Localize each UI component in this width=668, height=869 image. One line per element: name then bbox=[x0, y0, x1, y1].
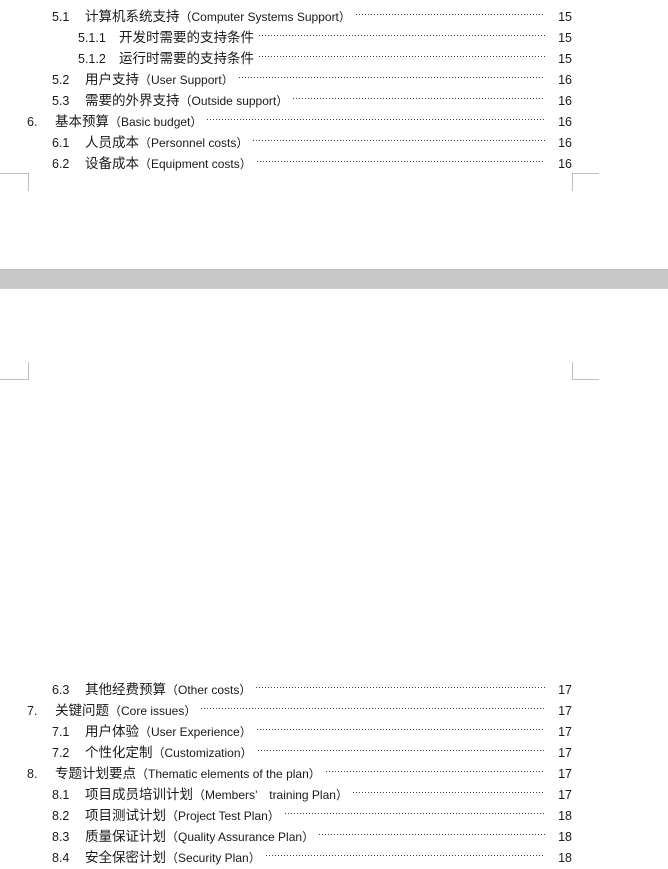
toc-entry-number: 5.1.2 bbox=[78, 52, 106, 66]
toc-entry-title-cn: 设备成本 bbox=[85, 156, 139, 171]
toc-entry-page-number: 15 bbox=[558, 31, 572, 45]
toc-entry-page-number: 18 bbox=[558, 830, 572, 844]
toc-entry-title-en: （Security Plan） bbox=[166, 851, 261, 865]
toc-entry-number: 8. bbox=[27, 767, 38, 781]
toc-entry-title: 运行时需要的支持条件 bbox=[112, 48, 254, 70]
toc-entry-page-number: 17 bbox=[558, 725, 572, 739]
toc-entry-title: 专题计划要点（Thematic elements of the plan） bbox=[48, 763, 321, 785]
toc-entry-number: 6. bbox=[27, 115, 38, 129]
toc-entry-title-cn: 用户支持 bbox=[85, 72, 139, 87]
toc-dot-leader bbox=[238, 63, 545, 84]
toc-entry-title-cn: 运行时需要的支持条件 bbox=[119, 51, 254, 66]
toc-entry-title: 开发时需要的支持条件 bbox=[112, 27, 254, 49]
toc-entry-title-cn: 计算机系统支持 bbox=[85, 9, 180, 24]
toc-entry-title: 安全保密计划（Security Plan） bbox=[78, 847, 261, 869]
toc-entry-title-en: （User Support） bbox=[139, 73, 234, 87]
toc-entry-title: 用户体验（User Experience） bbox=[78, 721, 252, 743]
toc-entry-page-number: 16 bbox=[558, 136, 572, 150]
toc-entry-title-en: （Customization） bbox=[152, 746, 253, 760]
toc-entry-title: 设备成本（Equipment costs） bbox=[78, 153, 252, 175]
toc-entry-title-cn: 安全保密计划 bbox=[85, 850, 166, 865]
toc-entry-page-number: 16 bbox=[558, 157, 572, 171]
toc-dot-leader bbox=[319, 820, 545, 841]
toc-dot-leader bbox=[201, 694, 545, 715]
page-gap-separator bbox=[0, 269, 668, 289]
toc-entry-title-cn: 开发时需要的支持条件 bbox=[119, 30, 254, 45]
toc-entry-title: 项目测试计划（Project Test Plan） bbox=[78, 805, 280, 827]
toc-entry-page-number: 16 bbox=[558, 73, 572, 87]
toc-entry-number: 7.2 bbox=[52, 746, 70, 760]
toc-list-lower: 6.3 其他经费预算（Other costs） 17 7. 关键问题（Core issu… bbox=[0, 673, 668, 865]
toc-entry-title-cn: 关键问题 bbox=[55, 703, 109, 718]
toc-entry-number: 7.1 bbox=[52, 725, 70, 739]
toc-entry-page-number: 16 bbox=[558, 115, 572, 129]
toc-entry-title-cn: 基本预算 bbox=[55, 114, 109, 129]
toc-entry-title-en: （Equipment costs） bbox=[139, 157, 252, 171]
toc-entry-page-number: 18 bbox=[558, 851, 572, 865]
toc-entry-title: 基本预算（Basic budget） bbox=[48, 111, 202, 133]
toc-entry-number: 6.2 bbox=[52, 157, 70, 171]
toc-entry-number: 5.1 bbox=[52, 10, 70, 24]
toc-entry-title: 个性化定制（Customization） bbox=[78, 742, 253, 764]
toc-dot-leader bbox=[284, 799, 545, 820]
toc-dot-leader bbox=[259, 42, 545, 63]
toc-entry-title-cn: 人员成本 bbox=[85, 135, 139, 150]
toc-entry-title-en: （Personnel costs） bbox=[139, 136, 249, 150]
toc-entry-number: 8.2 bbox=[52, 809, 70, 823]
toc-entry-number: 6.1 bbox=[52, 136, 70, 150]
toc-entry-page-number: 17 bbox=[558, 788, 572, 802]
toc-entry-number: 8.1 bbox=[52, 788, 70, 802]
toc-entry-page-number: 15 bbox=[558, 10, 572, 24]
toc-dot-leader bbox=[259, 21, 545, 42]
toc-entry-title-cn: 用户体验 bbox=[85, 724, 139, 739]
toc-entry-title-cn: 质量保证计划 bbox=[85, 829, 166, 844]
toc-entry-title-en: （Core issues） bbox=[109, 704, 197, 718]
toc-dot-leader bbox=[253, 126, 545, 147]
toc-entry-title-cn: 其他经费预算 bbox=[85, 682, 166, 697]
toc-entry-page-number: 17 bbox=[558, 746, 572, 760]
toc-entry-number: 5.1.1 bbox=[78, 31, 106, 45]
toc-entry-number: 8.4 bbox=[52, 851, 70, 865]
document-page-upper: 5.1 计算机系统支持（Computer Systems Support） 15 5.… bbox=[0, 0, 668, 269]
toc-entry-title-cn: 专题计划要点 bbox=[55, 766, 136, 781]
toc-dot-leader bbox=[257, 736, 545, 757]
toc-entry-number: 7. bbox=[27, 704, 38, 718]
toc-entry-page-number: 18 bbox=[558, 809, 572, 823]
toc-entry-title-cn: 项目测试计划 bbox=[85, 808, 166, 823]
toc-dot-leader bbox=[256, 715, 545, 736]
toc-entry-page-number: 17 bbox=[558, 767, 572, 781]
toc-entry-number: 5.3 bbox=[52, 94, 70, 108]
toc-entry-title: 关键问题（Core issues） bbox=[48, 700, 196, 722]
toc-dot-leader bbox=[352, 778, 545, 799]
toc-entry-title: 人员成本（Personnel costs） bbox=[78, 132, 248, 154]
toc-dot-leader bbox=[256, 147, 545, 168]
toc-entry-number: 5.2 bbox=[52, 73, 70, 87]
toc-entry-number: 8.3 bbox=[52, 830, 70, 844]
toc-entry-title-en: （Thematic elements of the plan） bbox=[136, 767, 321, 781]
toc-entry[interactable]: 5.1 计算机系统支持（Computer Systems Support） 15 bbox=[0, 0, 668, 24]
toc-entry-title-cn: 需要的外界支持 bbox=[85, 93, 180, 108]
toc-entry-page-number: 16 bbox=[558, 94, 572, 108]
toc-entry-page-number: 17 bbox=[558, 704, 572, 718]
toc-dot-leader bbox=[293, 84, 545, 105]
toc-dot-leader bbox=[265, 841, 545, 862]
toc-entry-title-en: （Basic budget） bbox=[109, 115, 203, 129]
toc-dot-leader bbox=[207, 105, 545, 126]
toc-entry-number: 6.3 bbox=[52, 683, 70, 697]
toc-entry-title-cn: 个性化定制 bbox=[85, 745, 153, 760]
toc-list-upper: 5.1 计算机系统支持（Computer Systems Support） 15 5.… bbox=[0, 0, 668, 171]
toc-dot-leader bbox=[325, 757, 545, 778]
toc-dot-leader bbox=[355, 0, 545, 21]
toc-dot-leader bbox=[256, 673, 545, 694]
toc-entry-page-number: 17 bbox=[558, 683, 572, 697]
toc-entry-title-cn: 项目成员培训计划 bbox=[85, 787, 193, 802]
toc-entry-title-en: （Project Test Plan） bbox=[166, 809, 280, 823]
toc-entry-title: 用户支持（User Support） bbox=[78, 69, 234, 91]
toc-entry[interactable]: 6.3 其他经费预算（Other costs） 17 bbox=[0, 673, 668, 697]
toc-entry-title-en: （User Experience） bbox=[139, 725, 252, 739]
document-page-lower: 6.3 其他经费预算（Other costs） 17 7. 关键问题（Core issu… bbox=[0, 289, 668, 865]
toc-entry-page-number: 15 bbox=[558, 52, 572, 66]
